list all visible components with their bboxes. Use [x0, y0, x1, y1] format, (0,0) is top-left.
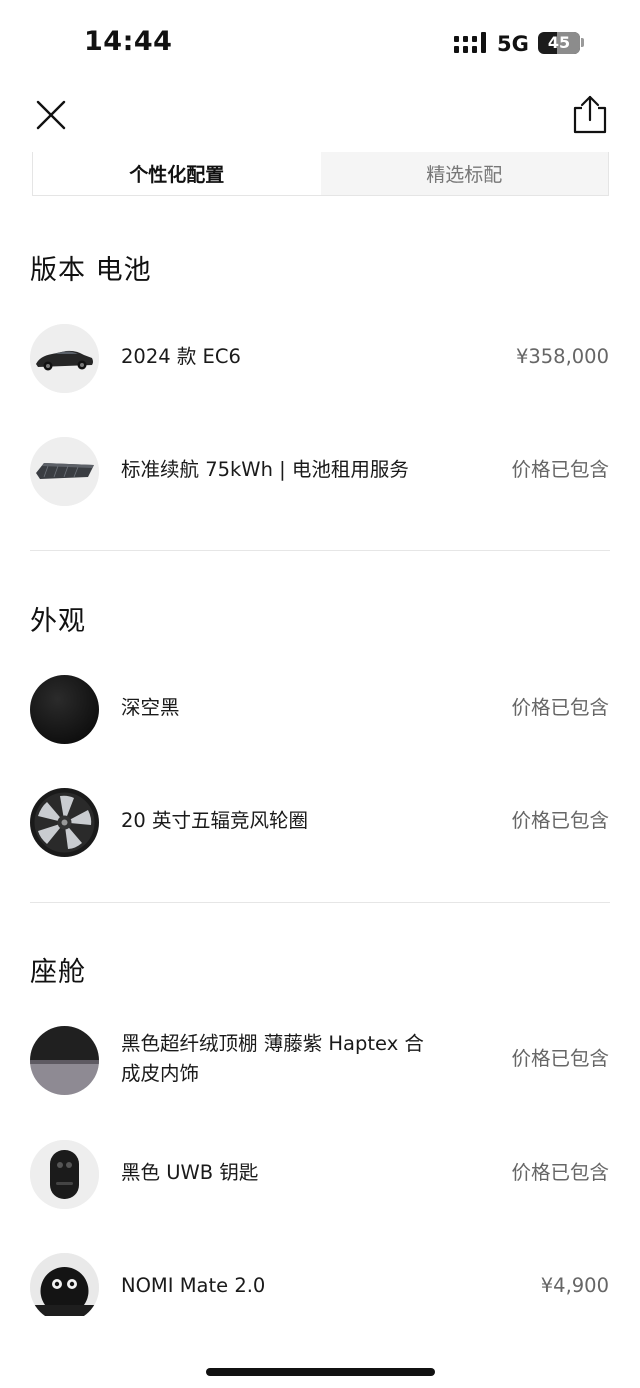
- list-item-paint[interactable]: 深空黑 价格已包含: [0, 675, 640, 745]
- config-list: 版本 电池 2024 款 EC6 ¥358,000 标准续航 75kWh | 电…: [0, 196, 640, 1316]
- list-item-key[interactable]: 黑色 UWB 钥匙 价格已包含: [0, 1140, 640, 1210]
- interior-swatch-icon: [30, 1026, 99, 1095]
- status-bar: 14:44 5G 45: [0, 0, 640, 88]
- item-price: 价格已包含: [511, 809, 609, 832]
- list-item-battery[interactable]: 标准续航 75kWh | 电池租用服务 价格已包含: [0, 437, 640, 507]
- nomi-robot-icon: [30, 1253, 99, 1316]
- tab-personalized-config[interactable]: 个性化配置: [33, 152, 321, 195]
- list-item-interior[interactable]: 黑色超纤绒顶棚 薄藤紫 Haptex 合 成皮内饰 价格已包含: [0, 1026, 640, 1096]
- section-divider: [30, 902, 610, 903]
- item-name: 黑色超纤绒顶棚 薄藤紫 Haptex 合 成皮内饰: [121, 1029, 424, 1089]
- item-name: 20 英寸五辐竞风轮圈: [121, 809, 309, 832]
- signal-icon: [454, 32, 486, 53]
- item-name: 标准续航 75kWh | 电池租用服务: [121, 458, 409, 481]
- section-divider: [30, 550, 610, 551]
- section-title-exterior: 外观: [30, 606, 86, 637]
- battery-percentage: 45: [547, 33, 571, 52]
- list-item-wheels[interactable]: 20 英寸五辐竞风轮圈 价格已包含: [0, 788, 640, 858]
- tab-standard-config[interactable]: 精选标配: [321, 152, 609, 195]
- item-name: 黑色 UWB 钥匙: [121, 1161, 259, 1184]
- item-name-line-1: 黑色超纤绒顶棚 薄藤紫 Haptex 合: [121, 1032, 424, 1055]
- close-icon[interactable]: [30, 94, 72, 136]
- color-swatch-icon: [30, 675, 99, 744]
- item-price: 价格已包含: [511, 458, 609, 481]
- share-icon[interactable]: [568, 92, 612, 136]
- section-title-version-battery: 版本 电池: [30, 255, 152, 286]
- network-label: 5G: [497, 32, 529, 56]
- list-item-nomi[interactable]: NOMI Mate 2.0 ¥4,900: [0, 1253, 640, 1316]
- item-name: 2024 款 EC6: [121, 345, 241, 368]
- section-title-cabin: 座舱: [30, 957, 86, 988]
- item-price: 价格已包含: [511, 1047, 609, 1070]
- battery-cap: [581, 38, 584, 47]
- nav-bar: [0, 88, 640, 148]
- battery-pack-thumbnail: [30, 437, 99, 506]
- item-name: NOMI Mate 2.0: [121, 1274, 266, 1297]
- key-icon: [30, 1140, 99, 1209]
- item-price: ¥4,900: [540, 1274, 609, 1297]
- home-indicator[interactable]: [206, 1368, 435, 1376]
- car-thumbnail: [30, 324, 99, 393]
- status-time: 14:44: [84, 26, 173, 57]
- battery-icon: 45: [538, 32, 580, 54]
- item-price: 价格已包含: [511, 696, 609, 719]
- item-price: ¥358,000: [515, 345, 609, 368]
- config-tabs: 个性化配置 精选标配: [32, 152, 609, 196]
- item-name-line-2: 成皮内饰: [121, 1062, 200, 1085]
- list-item-model[interactable]: 2024 款 EC6 ¥358,000: [0, 324, 640, 394]
- wheel-icon: [30, 788, 99, 857]
- item-price: 价格已包含: [511, 1161, 609, 1184]
- item-name: 深空黑: [121, 696, 180, 719]
